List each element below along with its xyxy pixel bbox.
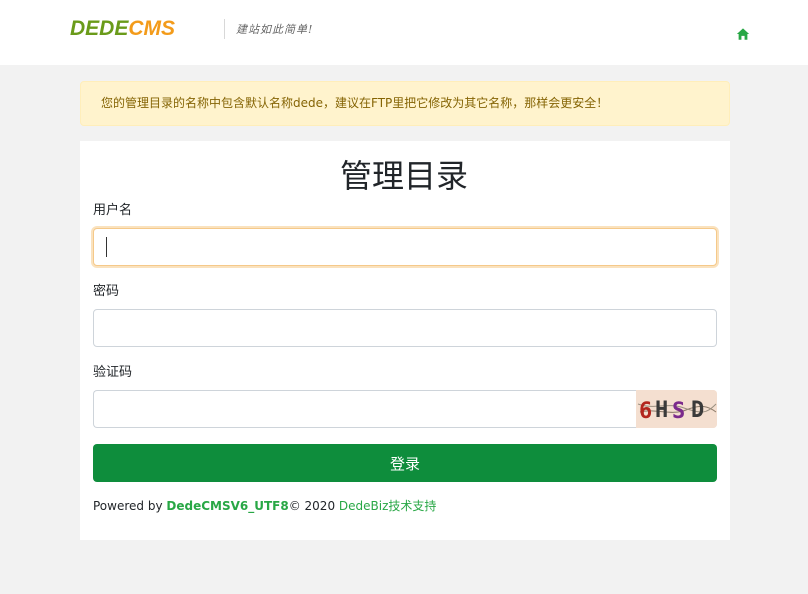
logo-text-dede: DEDE [70, 17, 129, 40]
top-header: DEDE CMS 建站如此简单! [0, 0, 808, 65]
captcha-char-2: H [655, 398, 668, 423]
alert-message: 您的管理目录的名称中包含默认名称dede，建议在FTP里把它修改为其它名称，那样… [101, 96, 609, 110]
captcha-char-1: 6 [639, 399, 652, 424]
version-link[interactable]: DedeCMSV6_UTF8 [166, 499, 288, 513]
footer: Powered by DedeCMSV6_UTF8© 2020 DedeBiz技… [93, 497, 436, 515]
dedecms-logo[interactable]: DEDE CMS [70, 16, 175, 42]
powered-by-text: Powered by [93, 499, 167, 513]
password-label: 密码 [93, 284, 120, 299]
captcha-char-3: S [672, 399, 685, 424]
captcha-label: 验证码 [93, 365, 133, 380]
username-input[interactable] [93, 228, 717, 266]
dedebiz-link[interactable]: DedeBiz技术支持 [339, 499, 437, 513]
captcha-image[interactable]: 6 H S D [636, 390, 717, 428]
text-caret [106, 237, 107, 257]
captcha-char-4: D [691, 398, 704, 423]
page-title: 管理目录 [339, 157, 468, 195]
copyright-text: © 2020 [288, 499, 339, 513]
home-icon[interactable] [736, 26, 750, 40]
captcha-input[interactable] [93, 390, 637, 428]
warning-alert: 您的管理目录的名称中包含默认名称dede，建议在FTP里把它修改为其它名称，那样… [80, 81, 730, 126]
slogan: 建站如此简单! [236, 23, 314, 36]
username-label: 用户名 [93, 203, 133, 218]
login-button[interactable]: 登录 [93, 444, 717, 482]
logo-divider [224, 19, 225, 39]
logo-text-cms: CMS [128, 17, 176, 40]
password-input[interactable] [93, 309, 717, 347]
